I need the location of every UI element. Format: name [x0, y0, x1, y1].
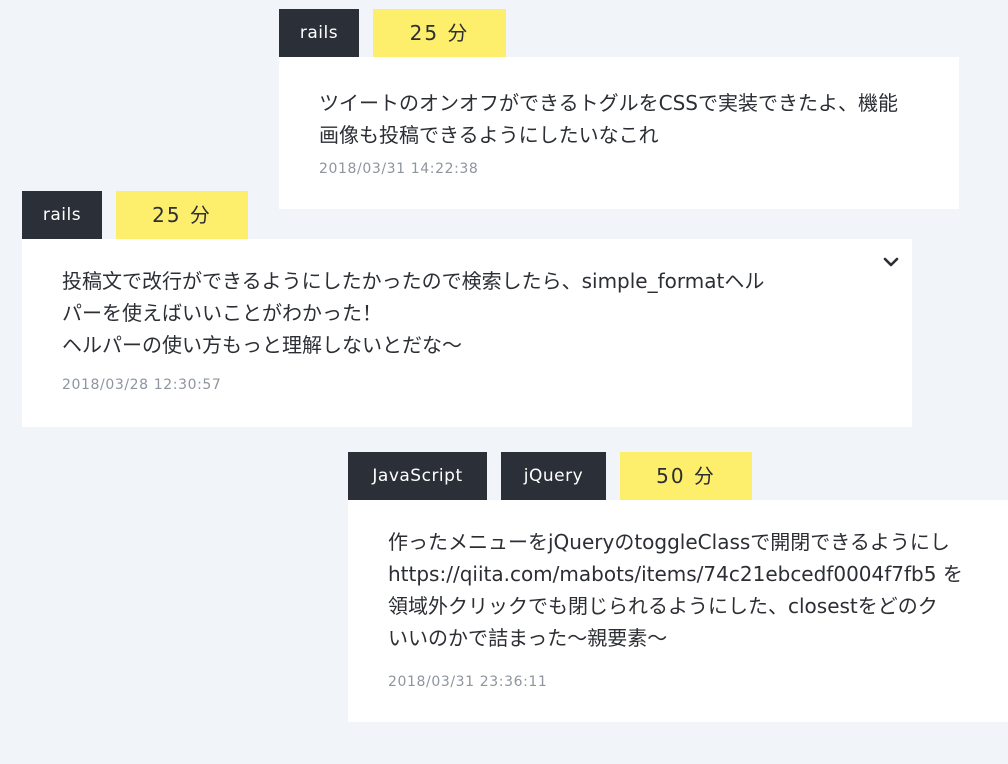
post-text-line: パーを使えばいいことがわかった！	[62, 301, 382, 325]
post-text-line: 作ったメニューをjQueryのtoggleClassで開閉できるようにし	[388, 530, 950, 554]
post-body: 投稿文で改行ができるようにしたかったので検索したら、simple_formatヘ…	[22, 239, 912, 427]
duration-badge: 50 分	[620, 452, 752, 500]
post-text-line: https://qiita.com/mabots/items/74c21ebce…	[388, 562, 963, 586]
post-text: 投稿文で改行ができるようにしたかったので検索したら、simple_formatヘ…	[62, 265, 764, 361]
post-timestamp: 2018/03/28 12:30:57	[62, 377, 222, 393]
post-text-line: ツイートのオンオフができるトグルをCSSで実装できたよ、機能	[319, 91, 898, 115]
post-body: 作ったメニューをjQueryのtoggleClassで開閉できるようにし htt…	[348, 500, 1008, 722]
post-text-line: ヘルパーの使い方もっと理解しないとだな〜	[62, 333, 462, 357]
duration-badge: 25 分	[116, 191, 248, 239]
tag-javascript[interactable]: JavaScript	[348, 452, 487, 500]
tag-rails[interactable]: rails	[22, 191, 102, 239]
post-timestamp: 2018/03/31 23:36:11	[388, 674, 548, 690]
post-text: ツイートのオンオフができるトグルをCSSで実装できたよ、機能 画像も投稿できるよ…	[319, 87, 898, 151]
duration-badge: 25 分	[373, 9, 506, 57]
post-text-line: 投稿文で改行ができるようにしたかったので検索したら、simple_formatヘ…	[62, 269, 765, 293]
tag-jquery[interactable]: jQuery	[501, 452, 606, 500]
post-text-line: 画像も投稿できるようにしたいなこれ	[319, 123, 659, 147]
post-text-line: 領域外クリックでも閉じられるようにした、closestをどのク	[388, 594, 938, 618]
post-timestamp: 2018/03/31 14:22:38	[319, 161, 479, 177]
post-text: 作ったメニューをjQueryのtoggleClassで開閉できるようにし htt…	[388, 526, 963, 654]
chevron-down-icon[interactable]	[882, 253, 900, 271]
post-body: ツイートのオンオフができるトグルをCSSで実装できたよ、機能 画像も投稿できるよ…	[279, 57, 959, 209]
tag-rails[interactable]: rails	[279, 9, 359, 57]
post-text-line: いいのかで詰まった〜親要素〜	[388, 626, 668, 650]
